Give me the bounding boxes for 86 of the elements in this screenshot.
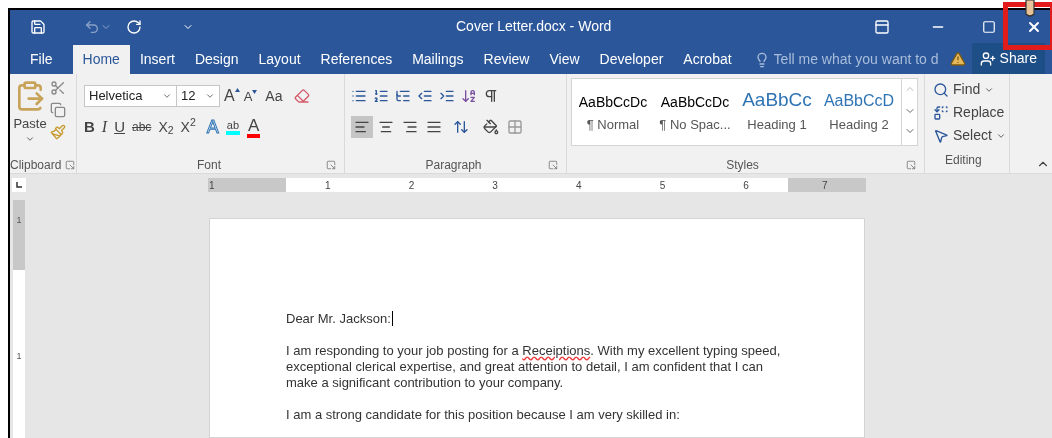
font-color-button[interactable]: A	[247, 116, 261, 138]
body-paragraph: I am responding to your job posting for a Receiptions. With my excellent typing speed, exceptional clerical expertise, and great attention to detail, I am confident that I can make a significant contribution to your company.	[286, 343, 782, 391]
bold-button[interactable]: B	[84, 115, 95, 139]
italic-button[interactable]: I	[101, 115, 108, 139]
greeting-text: Dear Mr. Jackson:	[286, 311, 394, 327]
down-triangle-icon	[252, 89, 258, 94]
replace-icon	[933, 104, 949, 121]
editing-label: Find	[953, 80, 981, 99]
dialog-launcher-icon[interactable]	[326, 160, 336, 170]
bullets-icon[interactable]	[351, 88, 367, 104]
maximize-icon[interactable]	[982, 19, 996, 34]
editing-label: Select	[953, 126, 992, 145]
shading-icon[interactable]	[483, 119, 499, 135]
select-icon	[933, 127, 949, 144]
editing-button[interactable]: Replace	[933, 101, 1009, 124]
show-marks-icon[interactable]	[483, 88, 499, 104]
paste-button[interactable]: Paste	[10, 78, 50, 159]
ribbon-tab[interactable]: Acrobat	[673, 45, 742, 74]
ribbon-tab[interactable]: Design	[184, 45, 249, 74]
editing-button[interactable]: Select	[933, 124, 1009, 147]
horizontal-ruler: 1 1 2 3 4 5 6 7	[208, 178, 866, 192]
underline-button[interactable]: U	[114, 115, 125, 139]
dialog-launcher-icon[interactable]	[906, 160, 916, 170]
superscript-button[interactable]: X$^{2}$	[180, 116, 196, 138]
window-title: Cover Letter.docx - Word	[456, 17, 612, 36]
tell-me-field[interactable]: Tell me what you want to d	[753, 45, 950, 74]
cut-icon[interactable]	[50, 80, 66, 96]
save-icon[interactable]	[30, 18, 46, 35]
font-name-field[interactable]: Helvetica	[84, 85, 177, 107]
style-option[interactable]: AaBbCc Heading 1	[736, 89, 818, 135]
ribbon-tab[interactable]: Home	[72, 45, 130, 74]
caret-icon	[205, 91, 215, 101]
group-label: Paragraph	[425, 159, 482, 171]
tab-selector[interactable]	[12, 178, 26, 192]
grow-font-button[interactable]: A	[224, 88, 240, 104]
paste-label: Paste	[13, 115, 47, 133]
align-icon	[378, 119, 394, 135]
change-case-button[interactable]: Aa	[265, 85, 283, 107]
group-label: Clipboard	[10, 159, 62, 171]
subscript-button[interactable]: X$_{2}$	[158, 116, 174, 138]
copy-icon[interactable]	[50, 102, 66, 118]
multilevel-list-icon[interactable]	[395, 88, 411, 104]
find-icon	[933, 81, 949, 98]
numbering-icon[interactable]	[373, 88, 389, 104]
dialog-launcher-icon[interactable]	[65, 160, 76, 170]
align-icon	[354, 119, 370, 135]
warning-icon	[949, 51, 966, 67]
ribbon-tab[interactable]: Mailings	[402, 45, 474, 74]
ribbon-display-icon[interactable]	[874, 18, 890, 35]
line-spacing-icon[interactable]	[453, 119, 469, 135]
ribbon-tab[interactable]: Review	[473, 45, 540, 74]
increase-indent-icon[interactable]	[439, 88, 455, 104]
vertical-ruler: 1 1	[13, 200, 25, 438]
group-label: Editing	[945, 153, 982, 167]
ribbon-tab[interactable]: View	[539, 45, 590, 74]
align-icon	[402, 119, 418, 135]
clear-formatting-icon[interactable]	[294, 88, 311, 104]
redo-icon[interactable]	[126, 18, 142, 35]
up-triangle-icon	[234, 88, 240, 92]
style-option[interactable]: AaBbCcDc ¶ No Spac...	[654, 89, 736, 135]
font-size-field[interactable]: 12	[176, 85, 220, 107]
ribbon-tab[interactable]: Insert	[129, 45, 185, 74]
align-icon	[426, 119, 442, 135]
editing-label: Replace	[953, 103, 1005, 122]
style-option[interactable]: AaBbCcDc ¶ Normal	[572, 89, 654, 135]
shrink-font-button[interactable]: A	[243, 89, 258, 103]
ribbon-tab[interactable]: Layout	[248, 45, 311, 74]
strikethrough-button[interactable]: abc	[132, 118, 152, 136]
ribbon-tab[interactable]: References	[310, 45, 403, 74]
decrease-indent-icon[interactable]	[417, 88, 433, 104]
group-label: Font	[197, 159, 221, 171]
align-button[interactable]	[351, 116, 373, 138]
highlight-button[interactable]: ab	[225, 119, 240, 135]
body-paragraph: I am a strong candidate for this position because I am very skilled in:	[286, 407, 681, 423]
group-label: Styles	[726, 159, 759, 171]
caret-icon	[162, 91, 172, 101]
ribbon-tab[interactable]: Developer	[589, 45, 674, 74]
dialog-launcher-icon[interactable]	[548, 160, 558, 170]
left-tab-icon	[16, 182, 22, 188]
style-option[interactable]: AaBbCcD Heading 2	[818, 89, 900, 135]
sort-icon[interactable]	[461, 88, 477, 104]
person-add-icon	[979, 50, 996, 67]
editing-button[interactable]: Find	[933, 78, 1009, 101]
ribbon-tab[interactable]: File	[10, 45, 73, 74]
undo-icon[interactable]	[84, 18, 100, 35]
pointing-hand-icon	[1024, 0, 1036, 18]
